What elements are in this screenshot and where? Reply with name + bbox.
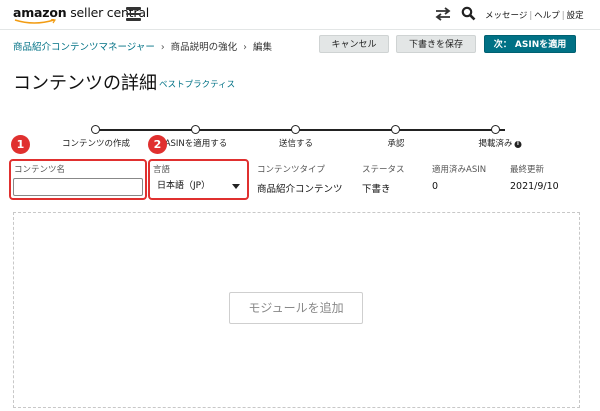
step-label-submit: 送信する xyxy=(278,139,314,149)
settings-link[interactable]: 設定 xyxy=(567,11,584,21)
add-module-button[interactable]: モジュールを追加 xyxy=(229,292,363,324)
last-updated-value: 2021/9/10 xyxy=(510,181,559,192)
page-title: コンテンツの詳細 xyxy=(13,73,157,94)
status-value: 下書き xyxy=(362,184,391,195)
step-dot-create xyxy=(91,125,100,134)
breadcrumb-enhanced-description[interactable]: 商品説明の強化 xyxy=(171,42,238,53)
step-dot-submit xyxy=(291,125,300,134)
breadcrumb: 商品紹介コンテンツマネージャー › 商品説明の強化 › 編集 xyxy=(13,39,272,53)
cancel-button[interactable]: キャンセル xyxy=(319,35,389,53)
breadcrumb-content-manager[interactable]: 商品紹介コンテンツマネージャー xyxy=(13,42,155,53)
info-icon[interactable]: i xyxy=(514,141,522,148)
link-divider: | xyxy=(529,11,533,21)
amazon-smile-icon xyxy=(14,19,56,24)
last-updated-label: 最終更新 xyxy=(510,165,545,175)
step-dot-approve xyxy=(391,125,400,134)
top-links: メッセージ | ヘルプ | 設定 xyxy=(485,9,584,21)
best-practices-link[interactable]: ベストプラクティス xyxy=(159,78,235,90)
help-link[interactable]: ヘルプ xyxy=(534,11,560,21)
save-draft-button[interactable]: 下書きを保存 xyxy=(396,35,476,53)
step-dot-apply-asin xyxy=(191,125,200,134)
status-label: ステータス xyxy=(362,165,405,175)
link-divider: | xyxy=(561,11,565,21)
messages-link[interactable]: メッセージ xyxy=(485,11,527,21)
progress-line xyxy=(95,129,505,131)
hamburger-menu-icon[interactable] xyxy=(126,7,141,21)
step-label-create: コンテンツの作成 xyxy=(61,139,131,149)
breadcrumb-edit: 編集 xyxy=(252,42,272,53)
breadcrumb-separator: › xyxy=(243,42,247,53)
content-type-value: 商品紹介コンテンツ xyxy=(257,184,343,195)
step-dot-published xyxy=(491,125,500,134)
content-type-label: コンテンツタイプ xyxy=(257,165,326,175)
breadcrumb-separator: › xyxy=(160,42,165,53)
annotation-marker-1: 1 xyxy=(11,135,30,154)
swap-arrows-icon[interactable] xyxy=(434,7,452,21)
logo-amazon-text: amazon xyxy=(13,5,67,20)
annotation-marker-2: 2 xyxy=(148,135,167,154)
highlight-box-language xyxy=(148,159,249,200)
applied-asin-label: 適用済みASIN xyxy=(432,165,487,175)
step-label-published: 掲載済み i xyxy=(478,137,522,149)
top-bar: amazon seller central メッセージ | ヘルプ | 設定 xyxy=(0,0,600,30)
step-label-apply-asin: ASINを適用する xyxy=(164,139,228,149)
search-icon[interactable] xyxy=(461,6,476,21)
next-apply-asin-button[interactable]: 次： ASINを適用 xyxy=(484,35,576,53)
step-published-text: 掲載済み xyxy=(478,139,513,149)
highlight-box-content-name xyxy=(9,159,147,200)
step-label-approve: 承認 xyxy=(387,139,405,149)
applied-asin-value: 0 xyxy=(432,181,439,192)
